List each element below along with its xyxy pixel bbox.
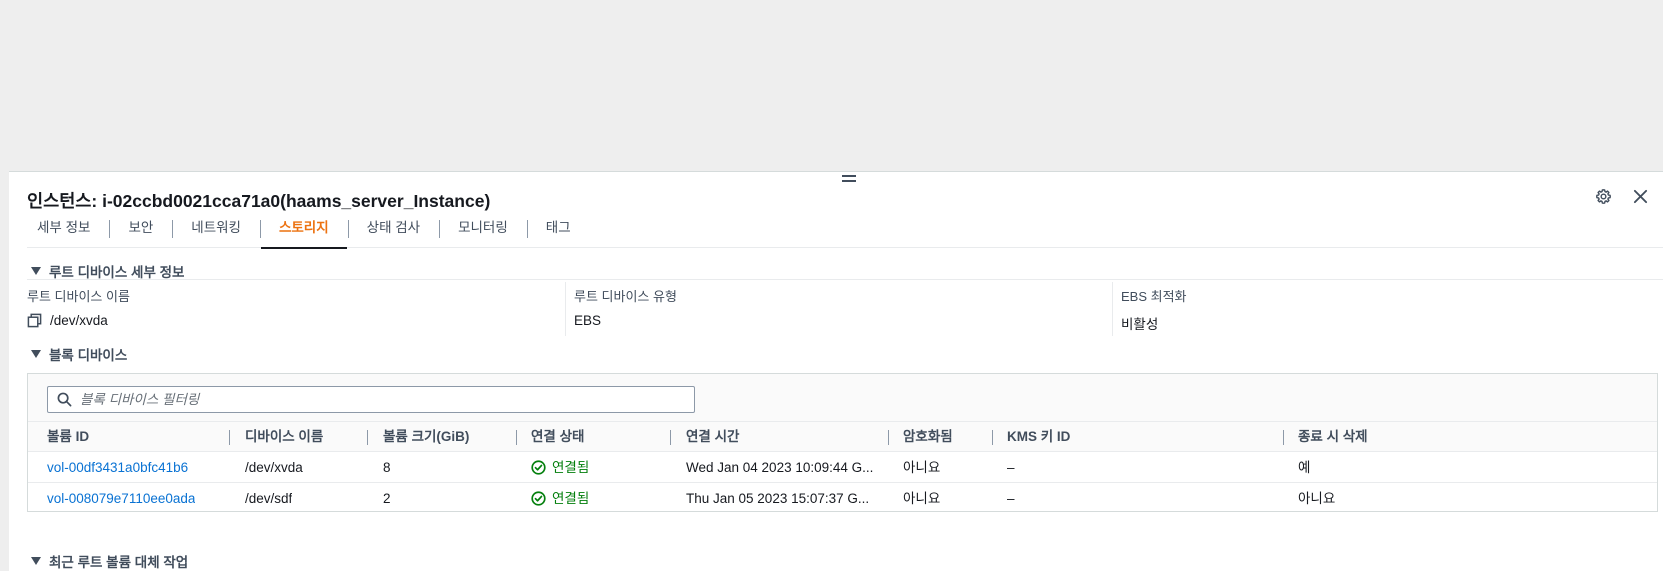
column-resizer[interactable] — [992, 430, 993, 445]
caret-down-icon — [31, 350, 41, 358]
table-toolbar — [28, 374, 1657, 422]
tab-monitoring[interactable]: 모니터링 — [439, 216, 527, 248]
column-resizer[interactable] — [367, 430, 368, 445]
encrypted-cell: 아니요 — [903, 491, 941, 506]
device-name-cell: /dev/sdf — [245, 491, 293, 506]
divider — [565, 282, 566, 336]
copy-icon[interactable] — [27, 313, 42, 328]
drag-handle-icon[interactable] — [842, 175, 856, 183]
table-row: vol-00df3431a0bfc41b6 /dev/xvda 8 연결됨 We… — [28, 452, 1657, 483]
column-header-device-name[interactable]: 디바이스 이름 — [245, 422, 323, 452]
divider — [27, 279, 1663, 280]
caret-down-icon — [31, 557, 41, 565]
attachment-status-cell: 연결됨 — [531, 452, 589, 483]
status-success-icon — [531, 460, 546, 475]
panel-title: 인스턴스: i-02ccbd0021cca71a0(haams_server_I… — [27, 191, 491, 211]
kms-key-id-cell: – — [1007, 491, 1015, 506]
column-resizer[interactable] — [516, 430, 517, 445]
root-volume-replacement-section-toggle[interactable]: 최근 루트 볼륨 대체 작업 — [31, 551, 188, 571]
root-volume-replacement-section-title: 최근 루트 볼륨 대체 작업 — [49, 555, 189, 570]
ebs-optimized-label: EBS 최적화 — [1121, 289, 1187, 304]
column-resizer[interactable] — [670, 430, 671, 445]
table-row: vol-008079e7110ee0ada /dev/sdf 2 연결됨 Thu… — [28, 483, 1657, 514]
close-icon[interactable] — [1630, 186, 1650, 206]
table-header: 볼륨 ID 디바이스 이름 볼륨 크기(GiB) 연결 상태 연결 시간 암호화… — [28, 422, 1657, 452]
delete-on-termination-cell: 아니요 — [1298, 491, 1336, 506]
tab-storage[interactable]: 스토리지 — [259, 216, 348, 249]
caret-down-icon — [31, 267, 41, 275]
root-device-type: 루트 디바이스 유형 EBS — [574, 286, 677, 328]
ebs-optimized: EBS 최적화 비활성 — [1121, 286, 1187, 333]
search-box — [47, 386, 695, 413]
attachment-status-text: 연결됨 — [552, 491, 590, 506]
column-resizer[interactable] — [229, 430, 230, 445]
tab-status-checks[interactable]: 상태 검사 — [347, 216, 439, 248]
instance-details-panel: 인스턴스: i-02ccbd0021cca71a0(haams_server_I… — [9, 171, 1663, 571]
delete-on-termination-cell: 예 — [1298, 460, 1311, 475]
attachment-time-cell: Wed Jan 04 2023 10:09:44 G... — [686, 460, 874, 475]
root-device-section-title: 루트 디바이스 세부 정보 — [49, 265, 185, 280]
root-device-type-value: EBS — [574, 313, 602, 328]
column-resizer[interactable] — [888, 430, 889, 445]
encrypted-cell: 아니요 — [903, 460, 941, 475]
device-name-cell: /dev/xvda — [245, 460, 303, 475]
block-device-filter-input[interactable] — [80, 392, 680, 407]
block-devices-section-toggle[interactable]: 블록 디바이스 — [31, 344, 127, 364]
volume-id-link[interactable]: vol-008079e7110ee0ada — [47, 483, 195, 514]
tab-security[interactable]: 보안 — [109, 216, 172, 248]
column-header-encrypted[interactable]: 암호화됨 — [903, 422, 953, 452]
column-header-kms-key-id[interactable]: KMS 키 ID — [1007, 422, 1070, 452]
column-header-attachment-status[interactable]: 연결 상태 — [531, 422, 584, 452]
attachment-status-cell: 연결됨 — [531, 483, 589, 514]
attachment-time-cell: Thu Jan 05 2023 15:07:37 G... — [686, 491, 870, 506]
column-header-delete-on-termination[interactable]: 종료 시 삭제 — [1298, 422, 1368, 452]
column-resizer[interactable] — [1283, 430, 1284, 445]
column-header-volume-size[interactable]: 볼륨 크기(GiB) — [383, 422, 469, 452]
tab-tags[interactable]: 태그 — [526, 216, 590, 248]
divider — [1112, 282, 1113, 336]
block-devices-section-title: 블록 디바이스 — [49, 348, 128, 363]
tab-bar: 세부 정보 보안 네트워킹 스토리지 상태 검사 모니터링 태그 — [27, 216, 1663, 249]
column-header-attachment-time[interactable]: 연결 시간 — [686, 422, 739, 452]
gear-icon[interactable] — [1593, 186, 1613, 206]
root-device-name: 루트 디바이스 이름 /dev/xvda — [27, 286, 130, 328]
root-device-type-label: 루트 디바이스 유형 — [574, 289, 677, 304]
root-device-section-toggle[interactable]: 루트 디바이스 세부 정보 — [31, 261, 184, 281]
column-header-volume-id[interactable]: 볼륨 ID — [47, 422, 89, 452]
console-background — [0, 0, 1663, 171]
status-success-icon — [531, 491, 546, 506]
volume-size-cell: 8 — [383, 460, 391, 475]
tab-networking[interactable]: 네트워킹 — [172, 216, 260, 248]
root-device-name-value: /dev/xvda — [50, 313, 108, 328]
left-edge-background — [0, 171, 9, 571]
kms-key-id-cell: – — [1007, 460, 1015, 475]
tab-details[interactable]: 세부 정보 — [27, 216, 109, 248]
root-device-name-label: 루트 디바이스 이름 — [27, 289, 130, 304]
volume-size-cell: 2 — [383, 491, 391, 506]
volume-id-link[interactable]: vol-00df3431a0bfc41b6 — [47, 452, 188, 483]
attachment-status-text: 연결됨 — [552, 460, 590, 475]
search-icon — [48, 387, 80, 412]
block-devices-table: 볼륨 ID 디바이스 이름 볼륨 크기(GiB) 연결 상태 연결 시간 암호화… — [27, 373, 1658, 512]
ebs-optimized-value: 비활성 — [1121, 317, 1159, 332]
